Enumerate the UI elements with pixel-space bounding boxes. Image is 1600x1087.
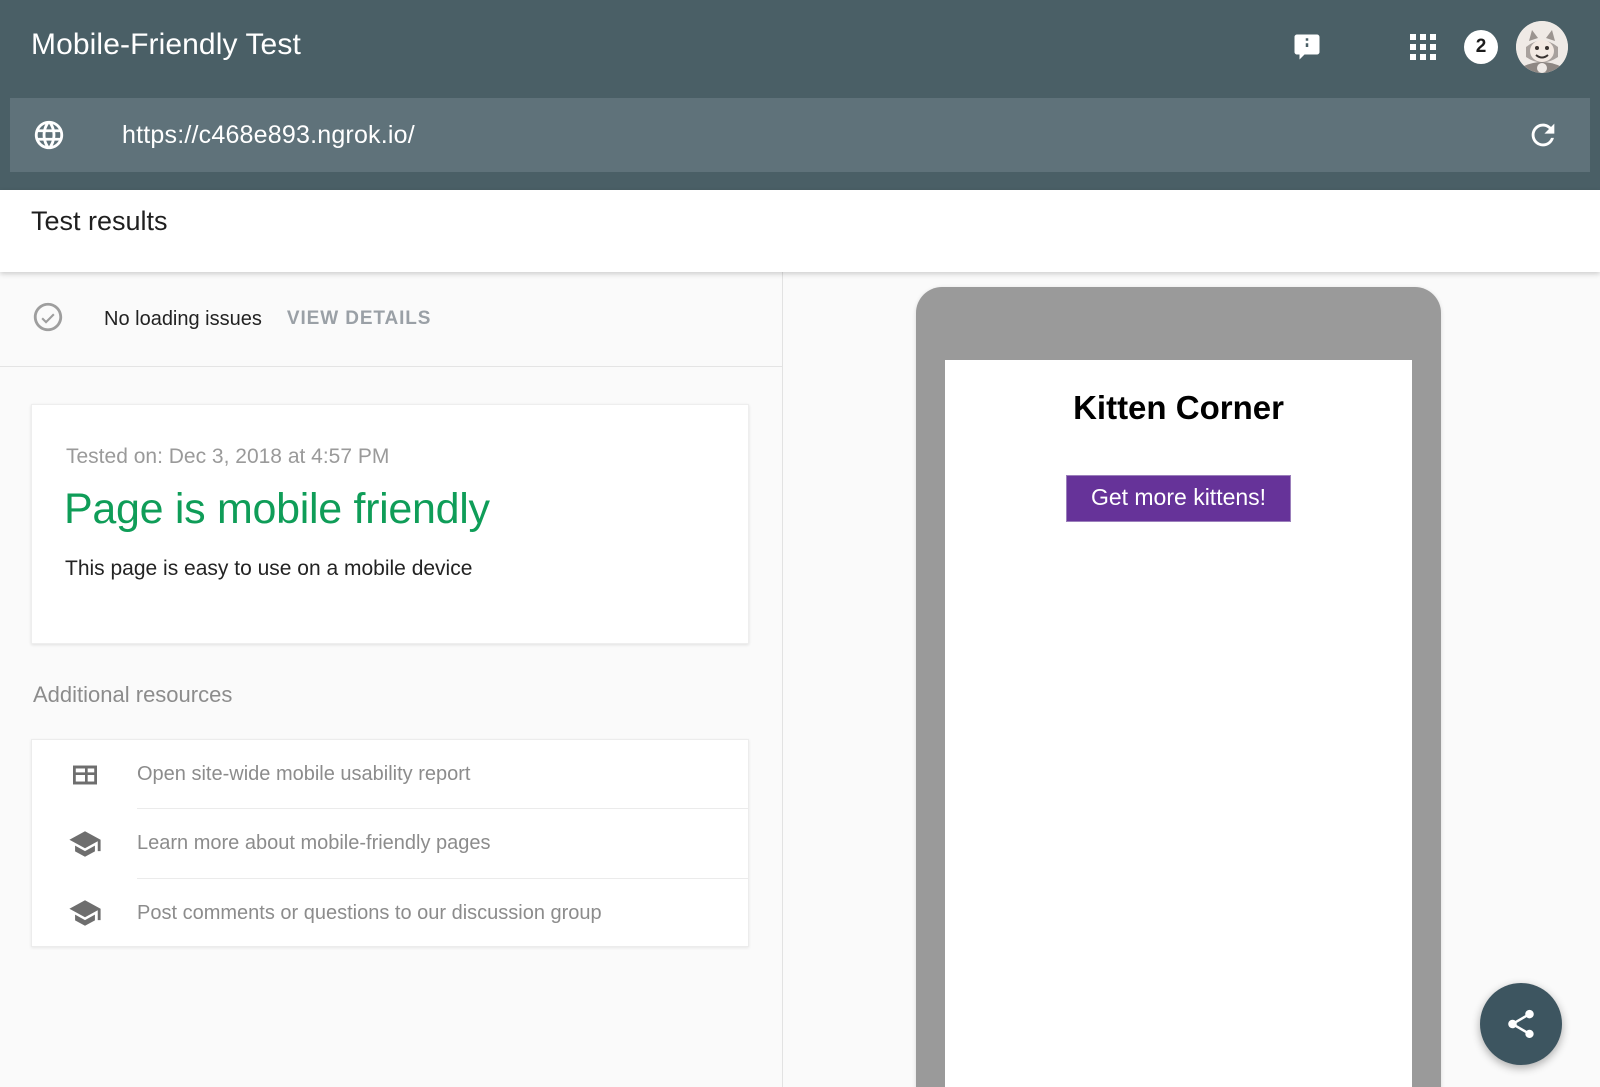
- check-circle-icon: [31, 300, 65, 339]
- apps-grid-glyph: [1410, 34, 1436, 60]
- graduation-cap-icon: [32, 896, 137, 930]
- loading-status-label: No loading issues: [104, 308, 262, 331]
- page-preview-pane: Kitten Corner Get more kittens!: [784, 272, 1600, 1087]
- results-pane: No loading issues VIEW DETAILS Tested on…: [0, 272, 783, 1087]
- dashboard-report-icon: [32, 759, 137, 791]
- view-details-link[interactable]: VIEW DETAILS: [287, 308, 432, 330]
- list-item-label: Open site-wide mobile usability report: [137, 740, 748, 809]
- apps-grid-icon[interactable]: [1394, 18, 1452, 76]
- loading-status-row: No loading issues VIEW DETAILS: [0, 272, 782, 367]
- verdict-subtitle: This page is easy to use on a mobile dev…: [65, 557, 472, 581]
- list-item[interactable]: Open site-wide mobile usability report: [32, 740, 748, 809]
- url-input[interactable]: [88, 98, 1510, 172]
- notification-count-badge[interactable]: 2: [1464, 30, 1498, 64]
- additional-resources-heading: Additional resources: [33, 682, 232, 708]
- results-title-bar: Test results: [0, 190, 1600, 272]
- share-icon: [1504, 1007, 1538, 1041]
- verdict-headline: Page is mobile friendly: [64, 485, 490, 534]
- verdict-card: Tested on: Dec 3, 2018 at 4:57 PM Page i…: [31, 404, 749, 644]
- share-fab-button[interactable]: [1480, 983, 1562, 1065]
- content-area: No loading issues VIEW DETAILS Tested on…: [0, 272, 1600, 1087]
- header-actions: 2: [1278, 18, 1568, 76]
- mobile-friendly-test-app: Mobile-Friendly Test 2: [0, 0, 1600, 1087]
- avatar[interactable]: [1516, 21, 1568, 73]
- list-item[interactable]: Post comments or questions to our discus…: [32, 879, 748, 948]
- preview-button-row: Get more kittens!: [945, 475, 1412, 522]
- phone-screen: Kitten Corner Get more kittens!: [945, 360, 1412, 1087]
- get-more-kittens-button[interactable]: Get more kittens!: [1066, 475, 1291, 522]
- feedback-speech-bubble-icon[interactable]: [1278, 18, 1336, 76]
- results-heading: Test results: [31, 206, 168, 237]
- globe-icon: [10, 98, 88, 172]
- list-item[interactable]: Learn more about mobile-friendly pages: [32, 809, 748, 878]
- url-bar[interactable]: [10, 98, 1590, 172]
- preview-page-heading: Kitten Corner: [945, 389, 1412, 427]
- page-title: Mobile-Friendly Test: [31, 28, 301, 62]
- list-item-label: Learn more about mobile-friendly pages: [137, 809, 748, 878]
- tested-on-timestamp: Tested on: Dec 3, 2018 at 4:57 PM: [66, 445, 389, 469]
- reload-icon[interactable]: [1510, 98, 1590, 172]
- graduation-cap-icon: [32, 827, 137, 861]
- app-header: Mobile-Friendly Test 2: [0, 0, 1600, 190]
- additional-resources-card: Open site-wide mobile usability report L…: [31, 739, 749, 947]
- list-item-label: Post comments or questions to our discus…: [137, 879, 748, 948]
- phone-frame: Kitten Corner Get more kittens!: [916, 287, 1441, 1087]
